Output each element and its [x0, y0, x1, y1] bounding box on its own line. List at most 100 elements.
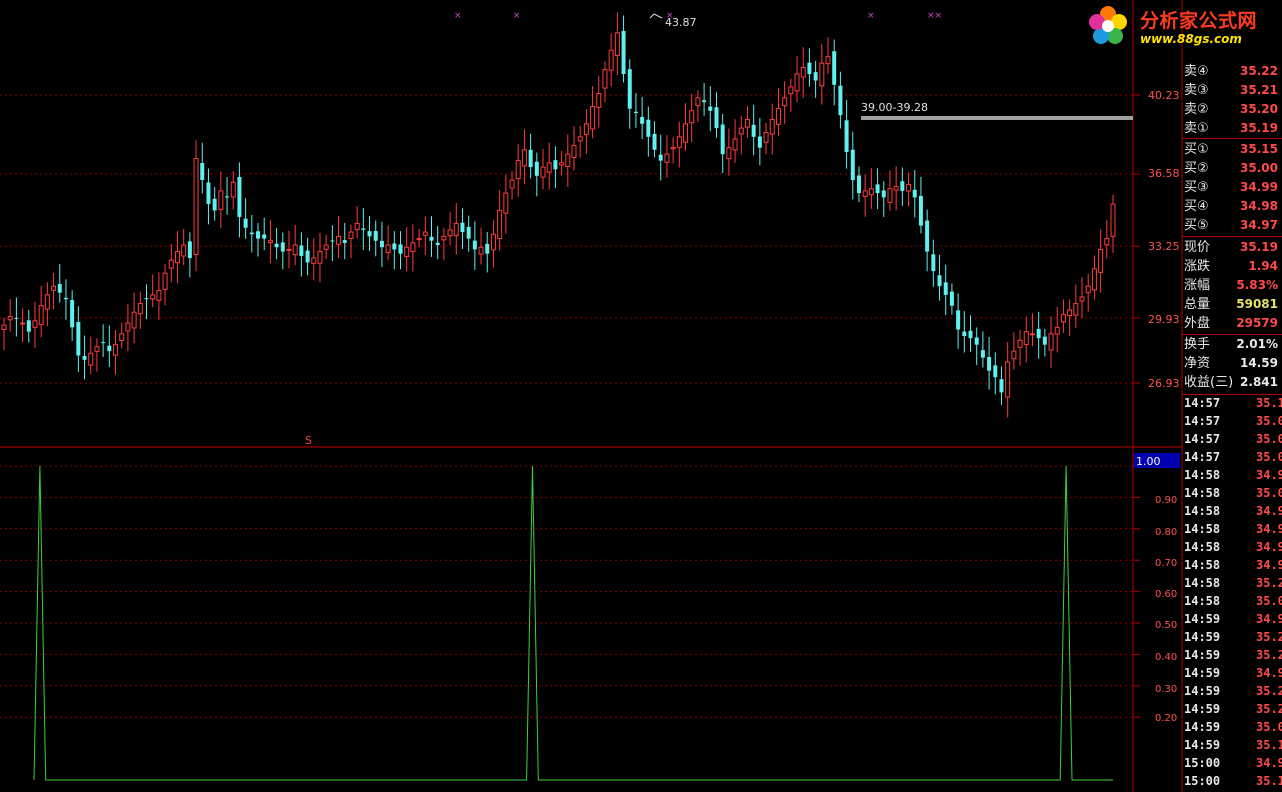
candle-body — [664, 153, 670, 163]
candle-body — [237, 176, 242, 217]
trade-price: 34.9 — [1256, 558, 1282, 572]
candle-body — [1, 324, 7, 331]
stat-value: 59081 — [1236, 297, 1278, 311]
order-label: 买③ — [1184, 180, 1209, 195]
stat-label: 收益(三) — [1184, 375, 1234, 390]
trade-time: 14:58 — [1184, 504, 1221, 518]
candle-body — [732, 138, 738, 151]
stats-divider — [1182, 236, 1282, 237]
trade-time: 14:59 — [1184, 648, 1221, 662]
indicator-grid — [0, 465, 1140, 718]
candle-body — [999, 379, 1004, 393]
trade-time: 14:59 — [1184, 702, 1221, 716]
candle-body — [416, 238, 422, 241]
candle-body — [738, 127, 744, 135]
trade-row: 14:58 34.9 — [1182, 502, 1282, 520]
candle-body — [1005, 361, 1011, 398]
logo-title: 分析家公式网 — [1140, 10, 1258, 32]
candle-body — [646, 119, 651, 137]
candle-body — [918, 195, 923, 226]
trade-price: 34.9 — [1256, 504, 1282, 518]
candle-body — [367, 231, 372, 237]
stat-label: 现价 — [1184, 240, 1211, 255]
trade-row: 14:59 34.9 — [1182, 610, 1282, 628]
candle-body — [485, 243, 490, 254]
candle-body — [509, 179, 515, 189]
candle-body — [912, 189, 917, 198]
candle-body — [769, 118, 775, 135]
candle-body — [974, 337, 979, 345]
trade-time: 14:59 — [1184, 612, 1221, 626]
candle-body — [472, 240, 477, 250]
stock-chart-canvas[interactable]: 39.00-39.28 43.87 × × × × ×× S 40.23 36.… — [0, 0, 1282, 792]
stat-row: 涨幅 5.83% — [1182, 276, 1282, 295]
order-price: 34.99 — [1240, 180, 1278, 194]
candle-body — [478, 246, 484, 255]
order-price: 35.19 — [1240, 121, 1278, 135]
indicator-axis-label: 0.70 — [1155, 558, 1177, 569]
candle-body — [676, 136, 682, 148]
candle-body — [503, 192, 509, 214]
candlestick-series — [1, 12, 1116, 418]
candle-body — [744, 118, 750, 128]
candle-body — [931, 254, 936, 272]
candle-body — [144, 298, 149, 300]
candle-body — [1048, 333, 1054, 351]
order-book-row: 卖③ 35.21 — [1182, 81, 1282, 100]
candle-body — [57, 284, 62, 293]
trade-price: 35.2 — [1256, 648, 1282, 662]
candle-body — [906, 183, 912, 192]
candle-body — [1011, 350, 1017, 360]
trade-price: 35.0 — [1256, 594, 1282, 608]
candle-body — [119, 333, 125, 341]
trade-time: 14:59 — [1184, 630, 1221, 644]
stat-row: 涨跌 1.94 — [1182, 257, 1282, 276]
candle-body — [819, 62, 825, 87]
order-book-row: 买⑤ 34.97 — [1182, 216, 1282, 235]
candle-body — [782, 97, 788, 107]
trade-row: 14:58 34.9 — [1182, 520, 1282, 538]
candle-body — [453, 222, 459, 236]
trade-row: 14:58 35.0 — [1182, 484, 1282, 502]
candle-body — [708, 106, 713, 111]
order-book-divider — [1182, 138, 1282, 139]
candle-body — [174, 251, 180, 264]
trade-price: 35.0 — [1256, 720, 1282, 734]
stat-value: 2.841 — [1240, 375, 1278, 389]
order-label: 买⑤ — [1184, 218, 1209, 233]
candle-body — [32, 320, 38, 328]
order-label: 卖③ — [1184, 83, 1209, 98]
candle-body — [330, 240, 335, 242]
candle-body — [521, 149, 527, 167]
candle-body — [1110, 203, 1116, 237]
candle-body — [670, 147, 676, 150]
trade-time: 14:58 — [1184, 576, 1221, 590]
candle-body — [336, 235, 342, 245]
candle-body — [856, 175, 861, 194]
candle-body — [559, 162, 565, 166]
candle-body — [373, 231, 378, 241]
candle-body — [571, 144, 577, 159]
candle-body — [404, 246, 410, 258]
candle-body — [137, 303, 143, 315]
logo-flower-icon — [1089, 6, 1127, 44]
trade-row: 14:57 35.1 — [1182, 394, 1282, 412]
candle-body — [652, 133, 657, 150]
candle-body — [1029, 333, 1035, 336]
trade-row: 14:59 35.2 — [1182, 646, 1282, 664]
top-marker: × — [666, 11, 674, 21]
trade-time: 14:58 — [1184, 468, 1221, 482]
price-grid — [0, 94, 1140, 384]
stat-value: 1.94 — [1248, 259, 1278, 273]
candle-body — [249, 232, 254, 235]
top-marker: × — [867, 11, 875, 21]
candle-body — [44, 294, 50, 310]
candle-body — [608, 49, 614, 71]
stat-row: 现价 35.19 — [1182, 238, 1282, 257]
candle-body — [342, 240, 347, 243]
candle-body — [943, 282, 948, 295]
trade-price: 35.2 — [1256, 576, 1282, 590]
candle-body — [1036, 328, 1041, 339]
stat-row: 换手 2.01% — [1182, 335, 1282, 354]
range-label: 39.00-39.28 — [861, 101, 928, 114]
